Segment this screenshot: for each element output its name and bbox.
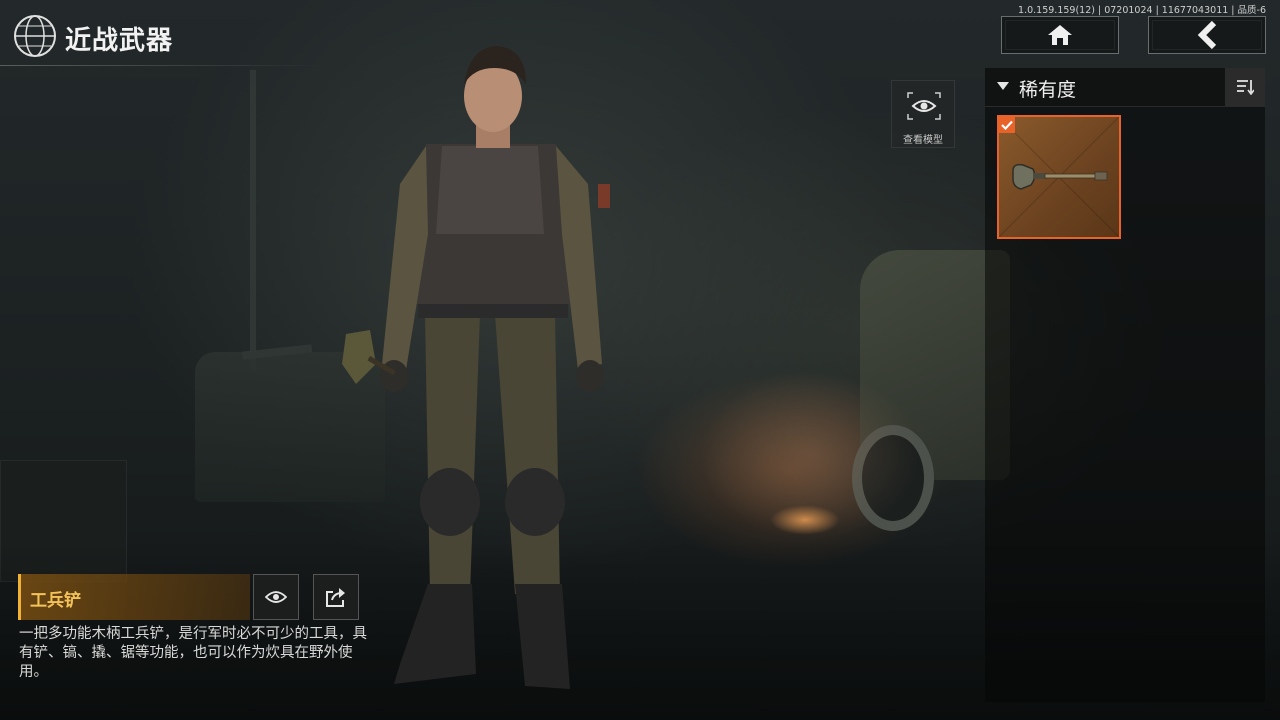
- sort-icon: [1237, 80, 1254, 95]
- weapon-name-bar: 工兵铲: [18, 574, 250, 620]
- page-title: 近战武器: [65, 26, 174, 56]
- home-icon: [1048, 25, 1072, 45]
- view-model-label: 查看模型: [903, 135, 943, 146]
- item-panel: 稀有度: [985, 68, 1265, 702]
- background-crate: [0, 460, 127, 582]
- background-fire: [770, 505, 840, 535]
- top-bar: 近战武器 1.0.159.159(12) | 07201024 | 116770…: [0, 0, 1280, 66]
- version-info: 1.0.159.159(12) | 07201024 | 11677043011…: [1018, 5, 1266, 16]
- shovel-icon: [1012, 163, 1108, 190]
- back-button[interactable]: [1148, 16, 1266, 54]
- rarity-filter-header[interactable]: 稀有度: [985, 68, 1265, 107]
- share-icon: [326, 588, 345, 607]
- character-model[interactable]: [330, 34, 650, 704]
- title-divider: [0, 65, 325, 66]
- item-card-shovel[interactable]: [997, 115, 1121, 239]
- eye-icon: [907, 92, 941, 120]
- background-wheel: [852, 425, 934, 531]
- globe-icon: [14, 15, 56, 57]
- eye-icon: [265, 591, 287, 603]
- chevron-down-icon: [997, 82, 1009, 90]
- view-model-button[interactable]: 查看模型: [891, 80, 955, 148]
- preview-button[interactable]: [253, 574, 299, 620]
- selected-check-icon: [999, 117, 1015, 133]
- background-pole: [250, 70, 256, 370]
- rarity-filter-label: 稀有度: [1019, 79, 1077, 101]
- weapon-description: 一把多功能木柄工兵铲，是行军时必不可少的工具，具有铲、镐、撬、锯等功能，也可以作…: [19, 626, 367, 680]
- share-button[interactable]: [313, 574, 359, 620]
- home-button[interactable]: [1001, 16, 1119, 54]
- weapon-name: 工兵铲: [30, 591, 81, 611]
- chevron-left-icon: [1197, 21, 1217, 49]
- background-smoke: [700, 370, 920, 540]
- background-tank-barrel: [241, 344, 313, 360]
- sort-button[interactable]: [1225, 68, 1265, 106]
